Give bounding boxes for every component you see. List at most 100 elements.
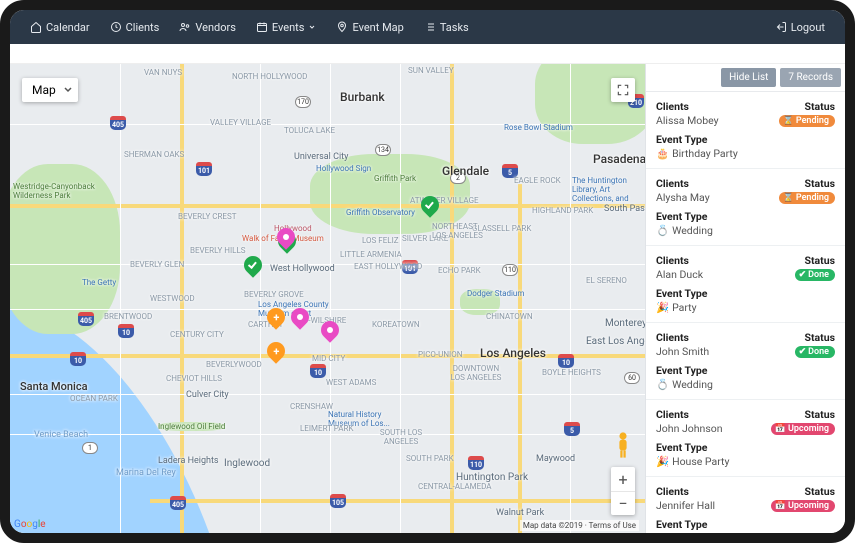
record-client-name: John Johnson xyxy=(656,422,723,435)
event-type-icon: 🎉 xyxy=(656,455,669,468)
map-label: CHEVIOT HILLS xyxy=(166,374,222,383)
hide-list-button[interactable]: Hide List xyxy=(721,68,776,87)
record-event-type: 💍Wedding xyxy=(656,378,835,391)
nav-vendors[interactable]: Vendors xyxy=(169,10,246,44)
list-icon xyxy=(424,21,436,33)
status-badge: ⌛Pending xyxy=(779,192,835,204)
zoom-out-button[interactable]: − xyxy=(611,491,635,515)
map-label: Monterey Park xyxy=(605,318,645,329)
pin-icon xyxy=(336,21,348,33)
map-label: LEIMERT PARK xyxy=(300,424,353,433)
map-pin-pending[interactable] xyxy=(263,338,288,363)
pegman-icon xyxy=(614,431,632,459)
nav-events-label: Events xyxy=(272,21,305,34)
map-label: SHERMAN OAKS xyxy=(124,150,184,159)
status-badge: ⌛Pending xyxy=(779,115,835,127)
status-icon: ✔ xyxy=(799,347,807,357)
nav-events[interactable]: Events xyxy=(246,10,327,44)
status-badge: ✔Done xyxy=(795,346,835,358)
chevron-down-icon xyxy=(308,23,316,31)
map-label: WESTWOOD xyxy=(150,294,195,303)
record-client-name: John Smith xyxy=(656,345,709,358)
map-label: KOREATOWN xyxy=(372,320,420,329)
map-label: CRENSHAW xyxy=(290,402,333,411)
status-icon: ⌛ xyxy=(783,116,794,126)
record-event-type-label: Event Type xyxy=(656,441,835,454)
event-type-icon: 🎂 xyxy=(656,532,669,533)
record-item[interactable]: ClientsAlan DuckStatus✔DoneEvent Type🎉Pa… xyxy=(646,246,845,323)
status-badge: ✔Done xyxy=(795,269,835,281)
record-clients-label: Clients xyxy=(656,331,709,344)
record-item[interactable]: ClientsAlissa MobeyStatus⌛PendingEvent T… xyxy=(646,92,845,169)
nav-tasks[interactable]: Tasks xyxy=(414,10,479,44)
record-event-type-label: Event Type xyxy=(656,133,835,146)
status-badge: 📅Upcoming xyxy=(771,500,835,512)
nav-calendar[interactable]: Calendar xyxy=(20,10,100,44)
home-icon xyxy=(30,21,42,33)
pegman[interactable] xyxy=(611,429,635,461)
park-shape xyxy=(460,289,500,315)
record-item[interactable]: ClientsJohn SmithStatus✔DoneEvent Type💍W… xyxy=(646,323,845,400)
map-label: LOS FELIZ xyxy=(362,236,399,245)
map-label: SILVER LAKE xyxy=(402,234,448,243)
record-event-type-label: Event Type xyxy=(656,210,835,223)
status-icon: ✔ xyxy=(799,270,807,280)
map-type-control[interactable]: Map xyxy=(22,78,78,102)
google-logo: Google xyxy=(14,519,46,530)
map-label: Burbank xyxy=(340,90,385,104)
record-status-label: Status xyxy=(795,331,835,344)
map-label: EL SERENO xyxy=(586,276,627,285)
map-label: Pasadena xyxy=(593,152,645,166)
record-clients-label: Clients xyxy=(656,100,719,113)
map-label: Culver City xyxy=(186,390,229,400)
caret-down-icon xyxy=(64,87,72,93)
map-label: BEVERLY CREST xyxy=(178,212,236,221)
record-clients-label: Clients xyxy=(656,408,723,421)
map-label: SOUTH PARK xyxy=(406,454,454,463)
nav-event-map[interactable]: Event Map xyxy=(326,10,413,44)
record-status-label: Status xyxy=(771,485,835,498)
record-event-type: 💍Wedding xyxy=(656,224,835,237)
hwy-shield: 10 xyxy=(310,364,326,378)
map-type-label: Map xyxy=(32,83,56,97)
map-label: Inglewood Oil Field xyxy=(158,422,225,431)
zoom-in-button[interactable]: + xyxy=(611,467,635,491)
status-icon: 📅 xyxy=(775,501,786,511)
status-icon: ⌛ xyxy=(783,193,794,203)
nav-logout[interactable]: Logout xyxy=(765,10,835,44)
state-shield: 170 xyxy=(295,96,311,108)
map-label: WEST ADAMS xyxy=(326,378,376,387)
map-pin-done[interactable] xyxy=(240,252,265,277)
top-navigation: Calendar Clients Vendors Events Event Ma… xyxy=(10,10,845,44)
event-type-icon: 💍 xyxy=(656,224,669,237)
sub-bar xyxy=(10,44,845,64)
records-count-chip[interactable]: 7 Records xyxy=(780,68,841,87)
map-pin-upcoming[interactable] xyxy=(317,317,342,342)
record-item[interactable]: ClientsAlysha MayStatus⌛PendingEvent Typ… xyxy=(646,169,845,246)
park-shape xyxy=(310,154,470,234)
record-status-label: Status xyxy=(779,177,835,190)
map-label: CENTRAL-ALAMEDA xyxy=(418,482,492,491)
map-label: CHINATOWN xyxy=(486,312,533,321)
record-event-type: 🎂Birthday Party xyxy=(656,147,835,160)
record-client-name: Alissa Mobey xyxy=(656,114,719,127)
nav-clients[interactable]: Clients xyxy=(100,10,170,44)
map-pin-upcoming[interactable] xyxy=(273,224,298,249)
record-item[interactable]: ClientsJohn JohnsonStatus📅UpcomingEvent … xyxy=(646,400,845,477)
record-client-name: Alan Duck xyxy=(656,268,703,281)
state-shield: 60 xyxy=(624,372,640,384)
freeway xyxy=(518,184,522,533)
record-client-name: Jennifer Hall xyxy=(656,499,715,512)
record-item[interactable]: ClientsJennifer HallStatus📅UpcomingEvent… xyxy=(646,477,845,533)
map-label: BEVERLY GROVE xyxy=(244,290,304,299)
map-label: Inglewood xyxy=(224,458,270,469)
hwy-shield: 110 xyxy=(468,456,484,470)
nav-vendors-label: Vendors xyxy=(195,21,236,34)
map-canvas[interactable]: 405 405 405 10 10 10 101 101 210 5 5 110… xyxy=(10,64,645,533)
fullscreen-button[interactable] xyxy=(611,78,635,102)
map-label: SOUTH LOS ANGELES xyxy=(376,428,426,446)
sidebar-top-controls: Hide List 7 Records xyxy=(646,64,845,92)
map-label: West Hollywood xyxy=(270,264,335,274)
record-list[interactable]: ClientsAlissa MobeyStatus⌛PendingEvent T… xyxy=(646,92,845,533)
state-shield: 110 xyxy=(502,264,518,276)
